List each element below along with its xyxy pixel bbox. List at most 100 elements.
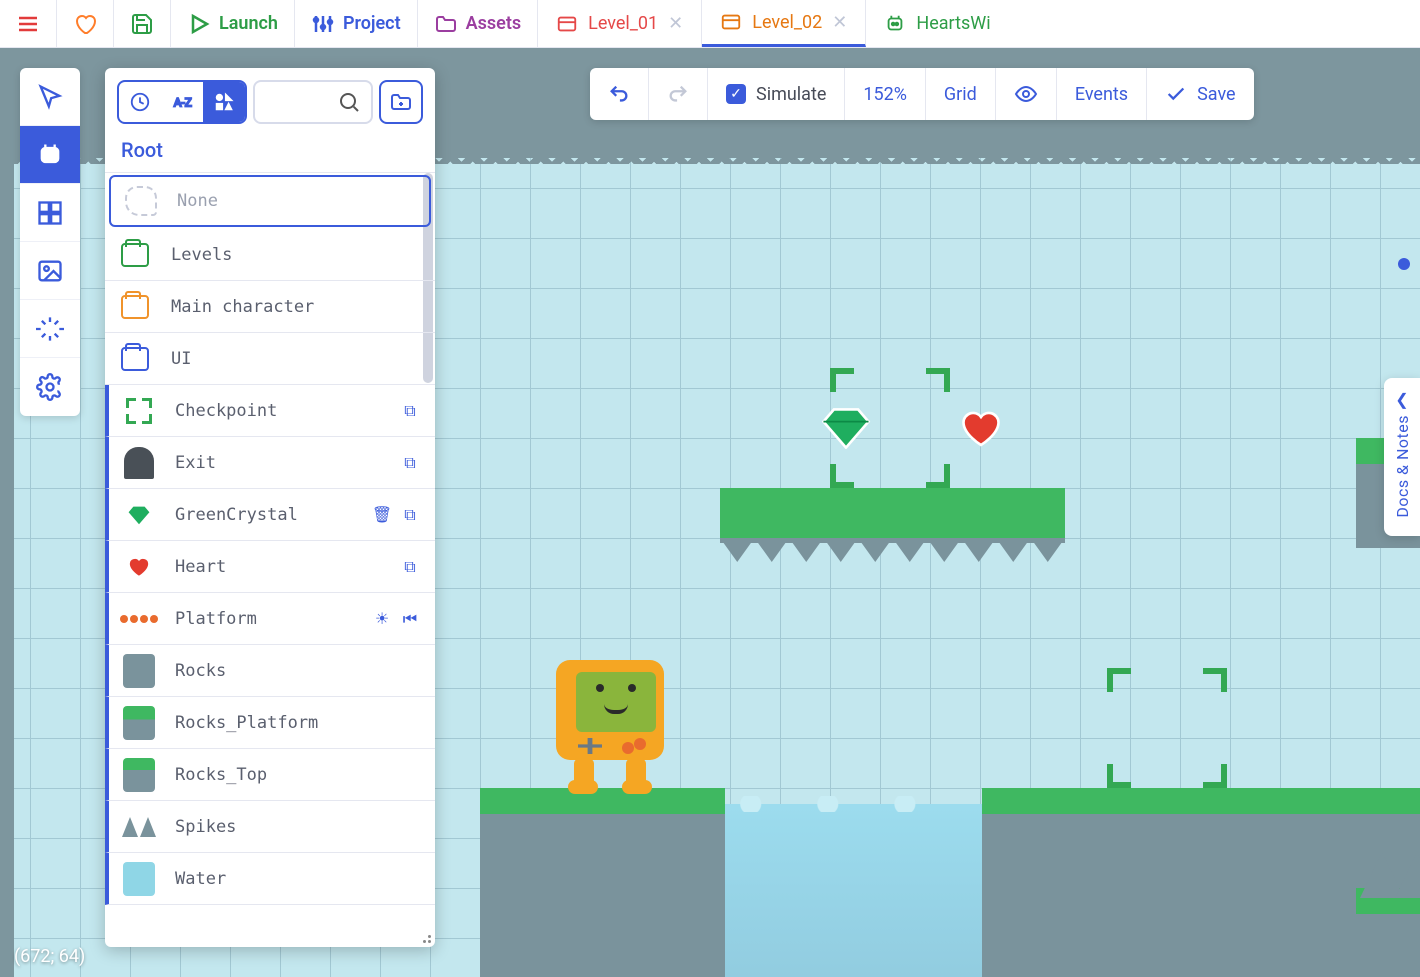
scene-spike[interactable] [1395,852,1420,898]
copy-icon[interactable]: ⧉ [399,556,421,578]
copy-icon[interactable]: ⧉ [399,504,421,526]
tab-hearts[interactable]: HeartsWi [866,0,1008,47]
scene-left-rocks [0,48,14,977]
asset-spikes[interactable]: Spikes [105,801,435,853]
object-tool-button[interactable] [20,126,80,184]
asset-platform[interactable]: Platform ☀ ⏮ [105,593,435,645]
asset-label: Rocks_Top [175,765,421,785]
view-button[interactable] [996,68,1057,120]
canvas-action-bar: ✓ Simulate 152% Grid Events Save [590,68,1254,120]
asset-green-crystal[interactable]: GreenCrystal 🗑 ⧉ [105,489,435,541]
search-input[interactable] [253,80,373,124]
assets-panel: A-Z Root None Levels [105,68,435,947]
project-button[interactable]: Project [295,0,418,47]
scene-ground-right[interactable] [982,788,1420,977]
zoom-level[interactable]: 152% [845,68,926,120]
redo-button[interactable] [649,68,708,120]
sort-type-button[interactable] [203,82,245,122]
exit-icon [123,447,155,479]
scene-water[interactable] [725,804,982,977]
sort-recent-button[interactable] [119,82,161,122]
assets-button[interactable]: Assets [418,0,539,47]
scene-ground-left[interactable] [480,788,725,977]
docs-notes-label: Docs & Notes [1393,415,1412,518]
sun-icon[interactable]: ☀ [371,608,393,630]
save-label: Save [1197,84,1236,105]
water-icon [123,863,155,895]
none-icon [125,185,157,217]
simulate-toggle[interactable]: ✓ Simulate [708,68,845,120]
folder-icon [119,343,151,375]
simulate-label: Simulate [756,84,826,105]
asset-label: Rocks_Platform [175,713,421,733]
asset-heart[interactable]: Heart ⧉ [105,541,435,593]
tab-level-01[interactable]: Level_01 ✕ [538,0,702,47]
asset-none[interactable]: None [109,175,431,227]
sort-alpha-button[interactable]: A-Z [161,82,203,122]
asset-label: UI [171,349,421,369]
prev-icon[interactable]: ⏮ [399,608,421,630]
events-button[interactable]: Events [1057,68,1147,120]
rocks-icon [123,655,155,687]
asset-rocks-platform[interactable]: Rocks_Platform [105,697,435,749]
heart-icon [123,551,155,583]
settings-tool-button[interactable] [20,358,80,416]
cursor-coordinates: (672; 64) [14,946,85,967]
new-folder-button[interactable] [379,80,423,124]
chevron-left-icon: ❮ [1395,390,1408,409]
asset-label: Platform [175,609,351,629]
asset-label: Water [175,869,421,889]
scene-checkpoint-2[interactable] [1107,668,1227,788]
rocks-top-icon [123,759,155,791]
scene-upper-platform[interactable] [720,488,1065,538]
left-toolbar [20,68,80,416]
tab-level-02[interactable]: Level_02 ✕ [702,0,866,47]
grid-button[interactable]: Grid [926,68,996,120]
asset-rocks-top[interactable]: Rocks_Top [105,749,435,801]
panel-resize-handle[interactable] [419,931,431,943]
launch-label: Launch [219,13,278,34]
asset-folder-levels[interactable]: Levels [105,229,435,281]
asset-water[interactable]: Water [105,853,435,905]
close-icon[interactable]: ✕ [832,12,847,33]
asset-rocks[interactable]: Rocks [105,645,435,697]
copy-icon[interactable]: ⧉ [399,452,421,474]
asset-list: None Levels Main character UI Checkpoint… [105,172,435,947]
asset-label: Exit [175,453,379,473]
favorite-button[interactable] [57,0,114,47]
asset-folder-ui[interactable]: UI [105,333,435,385]
asset-label: Main character [171,297,421,317]
menu-button[interactable] [0,0,57,47]
scene-robot[interactable] [550,660,670,790]
scene-green-crystal[interactable] [820,406,872,448]
folder-icon [119,291,151,323]
copy-icon[interactable]: ⧉ [399,400,421,422]
scene-heart[interactable] [960,410,1002,448]
pointer-tool-button[interactable] [20,68,80,126]
panel-root-label[interactable]: Root [117,124,423,172]
scene-ground-far-right[interactable] [1356,888,1420,977]
asset-folder-main-character[interactable]: Main character [105,281,435,333]
checkpoint-icon [123,395,155,427]
save-button[interactable]: Save [1147,68,1254,120]
crystal-icon [123,499,155,531]
close-icon[interactable]: ✕ [668,13,683,34]
tiles-tool-button[interactable] [20,184,80,242]
asset-label: Spikes [175,817,421,837]
image-tool-button[interactable] [20,242,80,300]
tab-label: Level_02 [752,12,822,33]
asset-label: GreenCrystal [175,505,351,525]
platform-icon [123,603,155,635]
effects-tool-button[interactable] [20,300,80,358]
docs-notes-tab[interactable]: ❮ Docs & Notes [1384,378,1420,536]
asset-label: None [177,191,415,211]
asset-exit[interactable]: Exit ⧉ [105,437,435,489]
tab-label: HeartsWi [916,13,990,34]
delete-icon[interactable]: 🗑 [371,504,393,526]
launch-button[interactable]: Launch [171,0,295,47]
save-file-button[interactable] [114,0,171,47]
asset-checkpoint[interactable]: Checkpoint ⧉ [105,385,435,437]
checkbox-checked-icon: ✓ [726,84,746,104]
undo-button[interactable] [590,68,649,120]
svg-text:A-Z: A-Z [174,96,192,110]
